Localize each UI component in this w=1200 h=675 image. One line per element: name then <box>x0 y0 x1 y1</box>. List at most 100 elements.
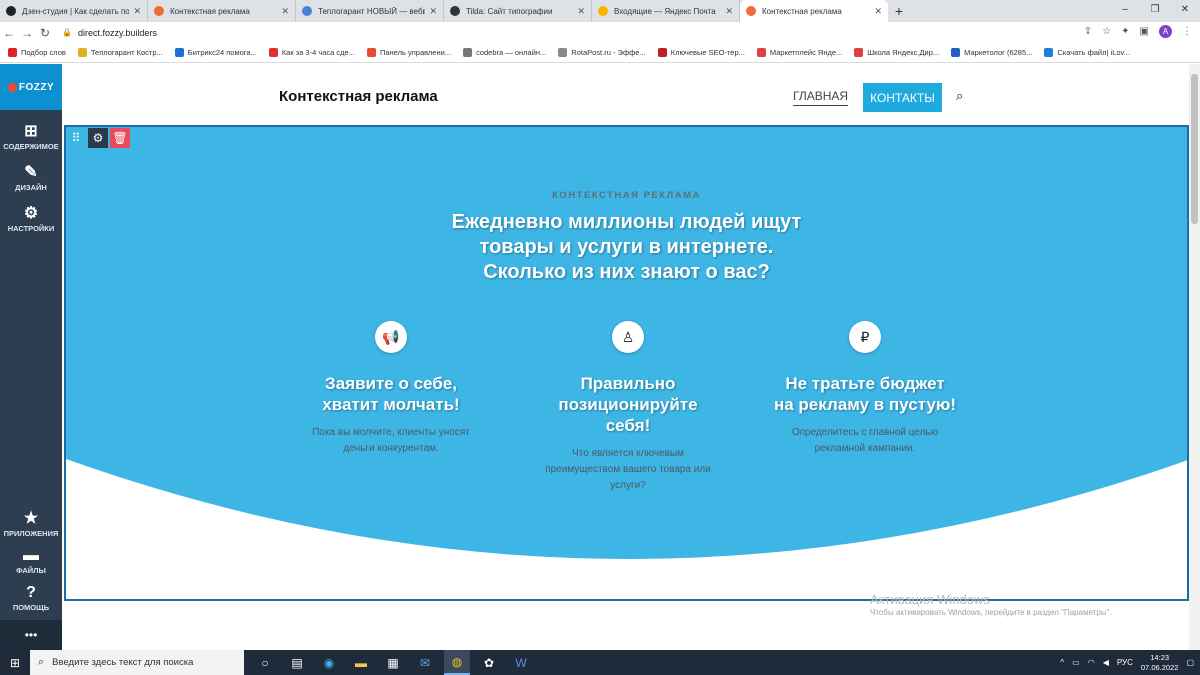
tab-close-icon[interactable]: ✕ <box>874 6 882 17</box>
bookmark-star-icon[interactable]: ☆ <box>1102 26 1111 37</box>
menu-icon[interactable]: ⋮ <box>1182 26 1192 37</box>
notifications-icon[interactable]: ▢ <box>1186 658 1194 667</box>
sidebar-item-label: НАСТРОЙКИ <box>7 224 55 233</box>
search-icon[interactable]: ⌕ <box>956 88 963 104</box>
tab-favicon-icon <box>302 6 312 16</box>
sidebar-item-label: ПОМОЩЬ <box>12 603 50 612</box>
tab-favicon-icon <box>598 6 608 16</box>
chrome-icon[interactable]: ◍ <box>444 650 470 675</box>
tab-close-icon[interactable]: ✕ <box>133 6 141 17</box>
taskbar-search[interactable]: ⌕ Введите здесь текст для поиска <box>30 650 244 675</box>
windows-start-icon[interactable]: ⊞ <box>0 656 30 670</box>
tab-close-icon[interactable]: ✕ <box>281 6 289 17</box>
edge-icon[interactable]: ◉ <box>316 650 342 675</box>
back-button[interactable]: ← <box>0 26 18 40</box>
hero-block[interactable]: КОНТЕКСТНАЯ РЕКЛАМА Ежедневно миллионы л… <box>64 125 1189 601</box>
site-title[interactable]: Контекстная реклама <box>279 88 438 105</box>
bookmark-item[interactable]: Ключевые SEO-тер... <box>657 48 745 57</box>
tab-close-icon[interactable]: ✕ <box>725 6 733 17</box>
star-icon: ★ <box>23 510 39 527</box>
feature-title-line: Не тратьте бюджет <box>785 374 945 393</box>
mail-icon[interactable]: ✉ <box>412 650 438 675</box>
wifi-icon[interactable]: ◠ <box>1088 658 1095 667</box>
new-tab-button[interactable]: + <box>888 0 910 22</box>
bookmark-item[interactable]: Битрикс24 помога... <box>174 48 257 57</box>
sidepanel-icon[interactable]: ▣ <box>1140 26 1149 37</box>
sidebar-item[interactable]: ? ПОМОЩЬ <box>0 583 62 612</box>
store-icon[interactable]: ▦ <box>380 650 406 675</box>
bookmark-favicon-icon <box>756 48 766 57</box>
more-button[interactable]: ••• <box>0 620 62 650</box>
bookmark-item[interactable]: Подбор слов <box>8 48 66 57</box>
bookmark-item[interactable]: Теплогарант Костр... <box>77 48 163 57</box>
bookmark-favicon-icon <box>854 48 864 57</box>
clock[interactable]: 14:23 07.06.2022 <box>1141 653 1179 673</box>
sidebar-item[interactable]: ⊞ СОДЕРЖИМОЕ <box>0 122 62 151</box>
sidebar-item[interactable]: ⚙ НАСТРОЙКИ <box>0 204 62 233</box>
block-toolbar: ⠿ ⚙ 🗑 <box>66 128 130 148</box>
sidebar-item[interactable]: ★ ПРИЛОЖЕНИЯ <box>0 509 62 538</box>
scrollbar-thumb[interactable] <box>1191 74 1198 224</box>
app-icon[interactable]: ✿ <box>476 650 502 675</box>
bookmark-label: Маркетолог (6285... <box>964 48 1033 57</box>
browser-tab[interactable]: Контекстная реклама ✕ <box>148 0 296 22</box>
sidebar-item[interactable]: ▬ ФАЙЛЫ <box>0 546 62 575</box>
bookmark-favicon-icon <box>463 48 473 57</box>
forward-button[interactable]: → <box>18 26 36 40</box>
tab-close-icon[interactable]: ✕ <box>429 6 437 17</box>
browser-tab[interactable]: Tilda: Сайт типографии ✕ <box>444 0 592 22</box>
volume-icon[interactable]: ◀ <box>1103 658 1109 667</box>
browser-tab[interactable]: Входящие — Яндекс Почта ✕ <box>592 0 740 22</box>
bookmark-item[interactable]: Скачать файл| iLov... <box>1044 48 1130 57</box>
bookmark-item[interactable]: codebra — онлайн... <box>463 48 546 57</box>
minimize-button[interactable]: – <box>1110 0 1140 22</box>
bookmarks-bar: Подбор слов Теплогарант Костр... Битрикс24… <box>0 43 1200 63</box>
extensions-icon[interactable]: ✦ <box>1121 26 1129 37</box>
windows-activation-text: Чтобы активировать Windows, перейдите в … <box>870 608 1112 617</box>
explorer-icon[interactable]: ▬ <box>348 650 374 675</box>
sidebar-menu: ⊞ СОДЕРЖИМОЕ ✎ ДИЗАЙН ⚙ НАСТРОЙКИ <box>0 122 62 233</box>
page-scrollbar[interactable] <box>1189 64 1200 650</box>
sidebar-bottom: ★ ПРИЛОЖЕНИЯ ▬ ФАЙЛЫ ? ПОМОЩЬ ••• <box>0 501 62 650</box>
bookmark-label: Теплогарант Костр... <box>90 48 163 57</box>
language-indicator[interactable]: РУС <box>1117 658 1133 667</box>
browser-tab[interactable]: Теплогарант НОВЫЙ — вебвиз ✕ <box>296 0 444 22</box>
close-window-button[interactable]: ✕ <box>1170 0 1200 22</box>
bookmark-favicon-icon <box>366 48 376 57</box>
bookmark-label: Битрикс24 помога... <box>187 48 257 57</box>
bookmark-item[interactable]: Как за 3-4 часа сде... <box>268 48 355 57</box>
bookmark-item[interactable]: RotaPost.ru - Эффе... <box>558 48 646 57</box>
word-icon[interactable]: W <box>508 650 534 675</box>
url-field[interactable]: 🔒 direct.fozzy.builders <box>62 28 157 38</box>
task-view-icon[interactable]: ▤ <box>284 650 310 675</box>
trash-icon[interactable]: 🗑 <box>110 128 130 148</box>
tray-chevron-icon[interactable]: ^ <box>1060 658 1064 667</box>
gear-icon[interactable]: ⚙ <box>88 128 108 148</box>
profile-avatar[interactable]: A <box>1159 25 1172 38</box>
bookmark-item[interactable]: Школа Яндекс.Дир... <box>854 48 939 57</box>
feature-desc-line: преимуществом вашего товара или <box>545 464 711 475</box>
maximize-button[interactable]: ❐ <box>1140 0 1170 22</box>
sidebar-item[interactable]: ✎ ДИЗАЙН <box>0 163 62 192</box>
reload-button[interactable]: ↻ <box>36 26 54 40</box>
drag-handle-icon[interactable]: ⠿ <box>66 128 86 148</box>
headline-line: Ежедневно миллионы людей ищут <box>451 211 802 233</box>
share-icon[interactable]: ⇪ <box>1084 26 1092 37</box>
browser-tab[interactable]: Дзен-студия | Как сделать посад✕ <box>0 0 148 22</box>
windows-taskbar: ⊞ ⌕ Введите здесь текст для поиска ○ ▤ ◉ … <box>0 650 1200 675</box>
gears-icon: ⚙ <box>23 205 39 222</box>
tab-close-icon[interactable]: ✕ <box>577 6 585 17</box>
browser-tab[interactable]: Контекстная реклама ✕ <box>740 0 888 22</box>
cortana-icon[interactable]: ○ <box>252 650 278 675</box>
nav-contacts-button[interactable]: КОНТАКТЫ <box>863 83 942 112</box>
feature-card: 📢 Заявите о себе, хватит молчать! Пока в… <box>281 321 501 457</box>
nav-home-link[interactable]: ГЛАВНАЯ <box>793 89 849 106</box>
bookmark-item[interactable]: Маркетолог (6285... <box>951 48 1032 57</box>
bookmark-favicon-icon <box>268 48 278 57</box>
tab-favicon-icon <box>6 6 16 16</box>
bookmark-favicon-icon <box>1044 48 1054 57</box>
fozzy-logo[interactable]: FOZZY <box>0 64 62 110</box>
bookmark-item[interactable]: Маркетплейс Янде... <box>756 48 842 57</box>
network-icon[interactable]: ▭ <box>1072 658 1080 667</box>
bookmark-item[interactable]: Панель управлени... <box>366 48 451 57</box>
